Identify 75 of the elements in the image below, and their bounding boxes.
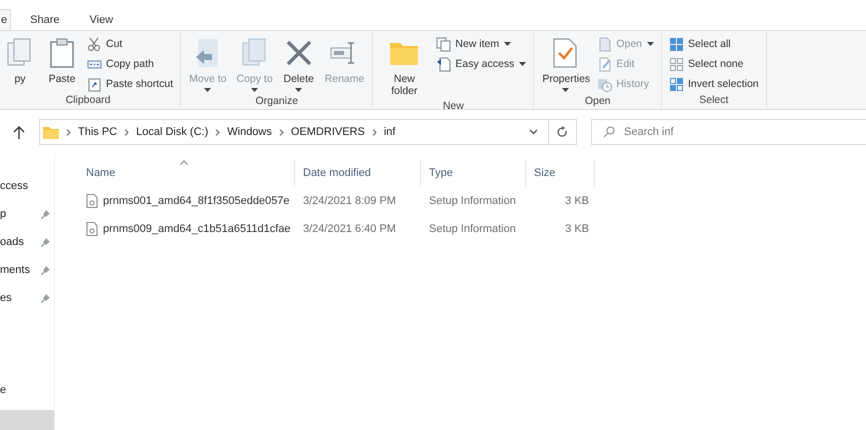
breadcrumb[interactable]: OEMDRIVERS (290, 126, 365, 138)
file-name[interactable]: prnms001_amd64_8f1f3505edde057e (103, 195, 290, 207)
squares-icon (669, 36, 684, 52)
date-cell-text: 3/24/2021 8:09 PM (302, 195, 397, 207)
squares-icon (669, 56, 684, 72)
ribbon-tab[interactable]: Share (15, 9, 74, 30)
nav-item[interactable]: ccess (0, 172, 54, 200)
nav-label: ccess (0, 180, 28, 192)
ribbon-tab[interactable]: View (74, 9, 128, 30)
group-label: New (442, 100, 465, 114)
ribbon-button[interactable]: Select all (666, 35, 762, 53)
nav-item[interactable]: p (0, 200, 54, 228)
column-header[interactable]: Size (526, 159, 595, 187)
documents-icon (436, 36, 452, 52)
refresh-icon (557, 126, 568, 138)
up-arrow-icon (13, 126, 25, 138)
column-header[interactable]: Date modified (295, 159, 421, 187)
group-label: Select (698, 94, 730, 108)
refresh-button[interactable] (549, 119, 577, 145)
type-cell-text: Setup Information (428, 223, 517, 235)
ribbon-button[interactable]: Copy path (84, 55, 176, 73)
chevron-right-icon (124, 128, 130, 136)
scissors-icon (87, 36, 102, 52)
nav-label: ments (0, 264, 30, 276)
breadcrumb[interactable]: This PC (78, 126, 118, 138)
group-label: Clipboard (64, 94, 112, 108)
chevron-right-icon (278, 128, 284, 136)
ribbon-button[interactable]: Properties (538, 34, 592, 95)
breadcrumb[interactable]: Windows (227, 126, 272, 138)
column-header[interactable]: Name (78, 159, 295, 187)
chevron-right-icon (66, 128, 71, 136)
file-icon (86, 194, 98, 208)
squares-icon (669, 76, 684, 92)
clock-icon (597, 76, 612, 92)
nav-item[interactable]: ments (0, 256, 54, 284)
nav-label: oads (0, 236, 24, 248)
ribbon-button[interactable]: Paste (42, 34, 82, 88)
search-icon (603, 126, 615, 138)
nav-label: es (0, 292, 12, 304)
chevron-right-icon (215, 128, 220, 136)
date-cell-text: 3/24/2021 6:40 PM (302, 223, 397, 235)
ribbon-button[interactable]: Paste shortcut (84, 75, 176, 93)
breadcrumb[interactable]: inf (384, 126, 396, 138)
clipboard-icon (87, 76, 102, 92)
size-cell-text: 3 KB (564, 223, 590, 235)
group-label: Open (584, 95, 612, 109)
document-arrow-icon (436, 56, 452, 72)
search-field[interactable]: Search inf (591, 119, 866, 145)
document-pencil-icon (597, 56, 612, 72)
nav-label: e (0, 384, 6, 396)
chevron-down-icon (529, 129, 538, 135)
breadcrumb[interactable]: Local Disk (C:) (136, 126, 208, 138)
nav-label: p (0, 208, 6, 220)
ribbon-tab[interactable]: e (0, 9, 12, 30)
ribbon-button[interactable]: py (0, 34, 40, 88)
ribbon-button[interactable]: New item (433, 35, 530, 53)
file-name[interactable]: prnms009_amd64_c1b51a6511d1cfae (103, 223, 291, 235)
file-icon (86, 222, 98, 236)
nav-item[interactable]: es (0, 284, 54, 312)
chevron-right-icon (372, 128, 377, 136)
folder-icon (43, 126, 59, 138)
ribbon-button[interactable]: Delete (278, 34, 319, 95)
address-bar[interactable]: This PC Local Disk (C:) Windows OEMDRIVERS inf (39, 119, 549, 145)
column-header[interactable]: Type (421, 159, 526, 187)
ribbon-button[interactable]: Select none (666, 55, 762, 73)
ribbon-button[interactable]: New folder (377, 34, 432, 100)
nav-item[interactable]: oads (0, 228, 54, 256)
size-cell-text: 3 KB (564, 195, 590, 207)
nav-item[interactable]: e (0, 376, 54, 404)
ribbon-button[interactable]: Invert selection (666, 75, 762, 93)
ribbon-button[interactable]: Easy access (433, 55, 530, 73)
ribbon-button[interactable]: Cut (84, 35, 176, 53)
document-icon (597, 36, 612, 52)
type-cell-text: Setup Information (428, 195, 517, 207)
group-label: Organize (254, 95, 300, 109)
